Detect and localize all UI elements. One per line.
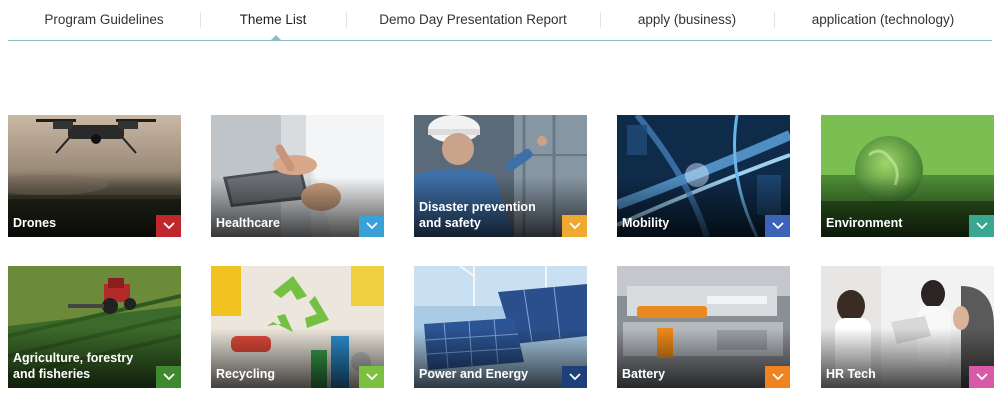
expand-button[interactable] (562, 215, 587, 237)
theme-label: Battery (622, 367, 666, 381)
theme-card-battery[interactable]: Battery (617, 266, 790, 388)
expand-button[interactable] (765, 215, 790, 237)
expand-button[interactable] (969, 215, 994, 237)
theme-card-drones[interactable]: Drones (8, 115, 181, 237)
expand-button[interactable] (765, 366, 790, 388)
theme-label: Healthcare (216, 216, 280, 230)
expand-button[interactable] (359, 366, 384, 388)
chevron-down-icon (162, 222, 175, 230)
theme-label: Drones (13, 216, 57, 230)
expand-button[interactable] (969, 366, 994, 388)
theme-card-healthcare[interactable]: Healthcare (211, 115, 384, 237)
theme-label: Power and Energy (419, 367, 529, 381)
top-nav: Program Guidelines Theme List Demo Day P… (8, 0, 992, 41)
theme-label: Environment (826, 216, 903, 230)
theme-card-agriculture[interactable]: Agriculture, forestry and fisheries (8, 266, 181, 388)
expand-button[interactable] (359, 215, 384, 237)
nav-demo-day-report[interactable]: Demo Day Presentation Report (346, 0, 600, 40)
theme-card-power-energy[interactable]: Power and Energy (414, 266, 587, 388)
theme-card-recycling[interactable]: Recycling (211, 266, 384, 388)
theme-card-hr-tech[interactable]: HR Tech (821, 266, 994, 388)
nav-apply-business[interactable]: apply (business) (600, 0, 774, 40)
theme-label: Agriculture, forestry and fisheries (13, 351, 134, 381)
chevron-down-icon (568, 373, 581, 381)
expand-button[interactable] (562, 366, 587, 388)
chevron-down-icon (365, 222, 378, 230)
theme-card-mobility[interactable]: Mobility (617, 115, 790, 237)
chevron-down-icon (568, 222, 581, 230)
chevron-down-icon (365, 373, 378, 381)
chevron-down-icon (975, 222, 988, 230)
active-tab-indicator (271, 35, 281, 40)
chevron-down-icon (162, 373, 175, 381)
theme-card-disaster-prevention[interactable]: Disaster prevention and safety (414, 115, 587, 237)
chevron-down-icon (771, 373, 784, 381)
theme-label: Disaster prevention and safety (419, 200, 536, 230)
theme-label: HR Tech (826, 367, 876, 381)
expand-button[interactable] (156, 366, 181, 388)
nav-application-technology[interactable]: application (technology) (774, 0, 992, 40)
theme-label: Mobility (622, 216, 670, 230)
chevron-down-icon (975, 373, 988, 381)
theme-label: Recycling (216, 367, 276, 381)
expand-button[interactable] (156, 215, 181, 237)
nav-program-guidelines[interactable]: Program Guidelines (8, 0, 200, 40)
nav-theme-list[interactable]: Theme List (200, 0, 346, 40)
chevron-down-icon (771, 222, 784, 230)
theme-card-environment[interactable]: Environment (821, 115, 994, 237)
